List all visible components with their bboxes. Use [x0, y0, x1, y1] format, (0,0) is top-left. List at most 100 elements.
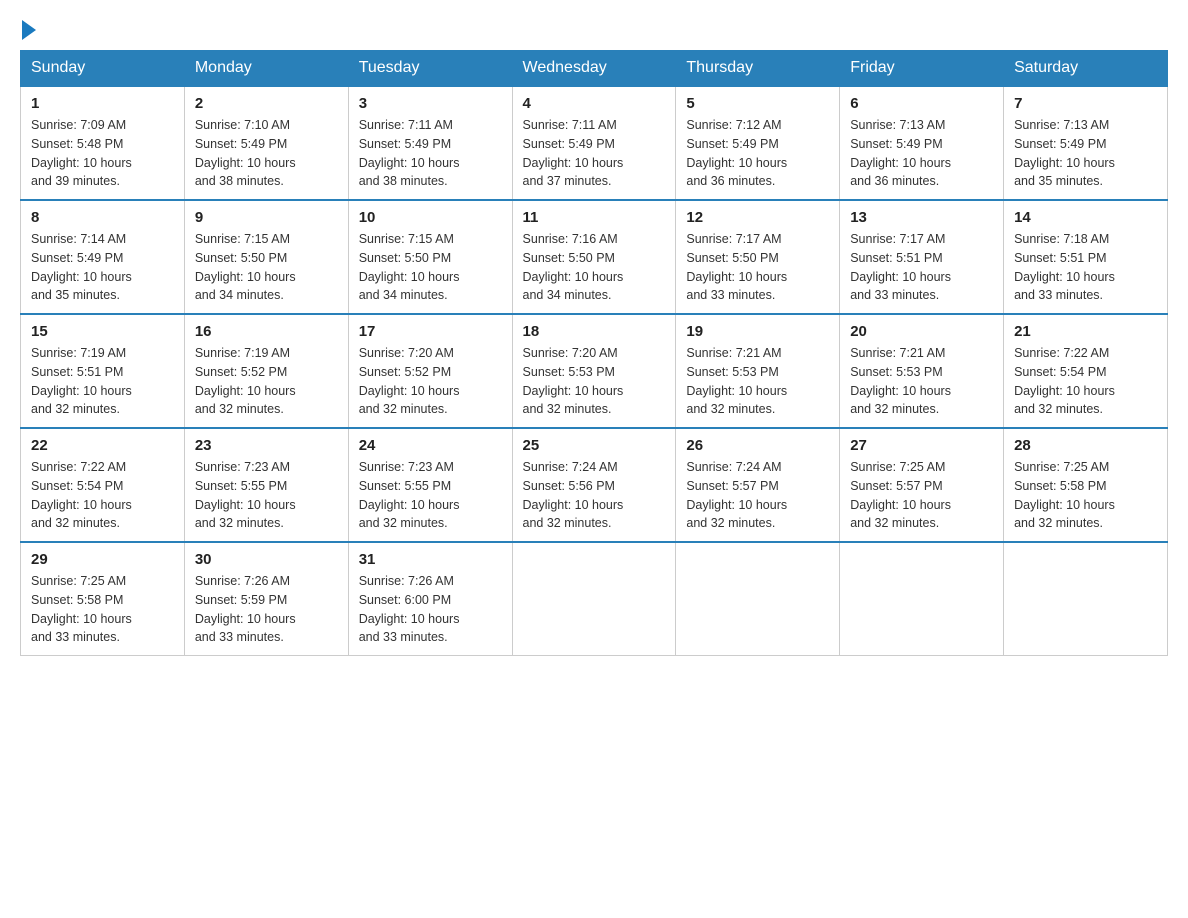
day-number: 31	[359, 551, 502, 568]
day-number: 27	[850, 437, 993, 454]
day-info: Sunrise: 7:18 AMSunset: 5:51 PMDaylight:…	[1014, 230, 1157, 305]
day-cell-6: 6 Sunrise: 7:13 AMSunset: 5:49 PMDaylight…	[840, 86, 1004, 200]
week-row-2: 8 Sunrise: 7:14 AMSunset: 5:49 PMDaylight…	[21, 200, 1168, 314]
page-header	[20, 20, 1168, 40]
day-cell-25: 25 Sunrise: 7:24 AMSunset: 5:56 PMDayligh…	[512, 428, 676, 542]
day-number: 13	[850, 209, 993, 226]
empty-cell	[676, 542, 840, 656]
day-number: 11	[523, 209, 666, 226]
day-info: Sunrise: 7:24 AMSunset: 5:56 PMDaylight:…	[523, 458, 666, 533]
day-cell-5: 5Sunrise: 7:12 AMSunset: 5:49 PMDaylight…	[676, 86, 840, 200]
day-number: 12	[686, 209, 829, 226]
header-day-tuesday: Tuesday	[348, 51, 512, 87]
day-number: 8	[31, 209, 174, 226]
day-info: Sunrise: 7:11 AMSunset: 5:49 PMDaylight:…	[523, 116, 666, 191]
day-cell-12: 12 Sunrise: 7:17 AMSunset: 5:50 PMDayligh…	[676, 200, 840, 314]
day-info: Sunrise: 7:09 AMSunset: 5:48 PMDaylight:…	[31, 116, 174, 191]
day-cell-19: 19Sunrise: 7:21 AMSunset: 5:53 PMDayligh…	[676, 314, 840, 428]
day-cell-21: 21 Sunrise: 7:22 AMSunset: 5:54 PMDayligh…	[1004, 314, 1168, 428]
day-number: 25	[523, 437, 666, 454]
day-info: Sunrise: 7:23 AMSunset: 5:55 PMDaylight:…	[359, 458, 502, 533]
day-cell-24: 24Sunrise: 7:23 AMSunset: 5:55 PMDayligh…	[348, 428, 512, 542]
day-number: 28	[1014, 437, 1157, 454]
day-info: Sunrise: 7:14 AMSunset: 5:49 PMDaylight:…	[31, 230, 174, 305]
day-info: Sunrise: 7:23 AMSunset: 5:55 PMDaylight:…	[195, 458, 338, 533]
day-info: Sunrise: 7:13 AMSunset: 5:49 PMDaylight:…	[850, 116, 993, 191]
header-day-friday: Friday	[840, 51, 1004, 87]
day-info: Sunrise: 7:22 AMSunset: 5:54 PMDaylight:…	[31, 458, 174, 533]
day-cell-16: 16 Sunrise: 7:19 AMSunset: 5:52 PMDayligh…	[184, 314, 348, 428]
day-cell-22: 22 Sunrise: 7:22 AMSunset: 5:54 PMDayligh…	[21, 428, 185, 542]
day-number: 19	[686, 323, 829, 340]
day-cell-28: 28 Sunrise: 7:25 AMSunset: 5:58 PMDayligh…	[1004, 428, 1168, 542]
day-number: 21	[1014, 323, 1157, 340]
day-info: Sunrise: 7:15 AMSunset: 5:50 PMDaylight:…	[359, 230, 502, 305]
empty-cell	[840, 542, 1004, 656]
day-info: Sunrise: 7:20 AMSunset: 5:52 PMDaylight:…	[359, 344, 502, 419]
empty-cell	[512, 542, 676, 656]
day-info: Sunrise: 7:25 AMSunset: 5:58 PMDaylight:…	[31, 572, 174, 647]
day-number: 3	[359, 95, 502, 112]
day-cell-3: 3 Sunrise: 7:11 AMSunset: 5:49 PMDaylight…	[348, 86, 512, 200]
day-info: Sunrise: 7:10 AMSunset: 5:49 PMDaylight:…	[195, 116, 338, 191]
day-info: Sunrise: 7:26 AMSunset: 5:59 PMDaylight:…	[195, 572, 338, 647]
header-day-saturday: Saturday	[1004, 51, 1168, 87]
day-cell-1: 1 Sunrise: 7:09 AMSunset: 5:48 PMDaylight…	[21, 86, 185, 200]
day-number: 26	[686, 437, 829, 454]
day-cell-4: 4 Sunrise: 7:11 AMSunset: 5:49 PMDaylight…	[512, 86, 676, 200]
header-row: SundayMondayTuesdayWednesdayThursdayFrid…	[21, 51, 1168, 87]
day-number: 6	[850, 95, 993, 112]
calendar-header: SundayMondayTuesdayWednesdayThursdayFrid…	[21, 51, 1168, 87]
day-info: Sunrise: 7:26 AMSunset: 6:00 PMDaylight:…	[359, 572, 502, 647]
day-number: 22	[31, 437, 174, 454]
day-number: 16	[195, 323, 338, 340]
day-cell-7: 7 Sunrise: 7:13 AMSunset: 5:49 PMDaylight…	[1004, 86, 1168, 200]
header-day-monday: Monday	[184, 51, 348, 87]
day-number: 10	[359, 209, 502, 226]
day-number: 4	[523, 95, 666, 112]
day-number: 15	[31, 323, 174, 340]
logo	[20, 20, 38, 40]
day-number: 14	[1014, 209, 1157, 226]
day-cell-31: 31 Sunrise: 7:26 AMSunset: 6:00 PMDayligh…	[348, 542, 512, 656]
day-number: 2	[195, 95, 338, 112]
header-day-sunday: Sunday	[21, 51, 185, 87]
day-cell-13: 13 Sunrise: 7:17 AMSunset: 5:51 PMDayligh…	[840, 200, 1004, 314]
day-number: 23	[195, 437, 338, 454]
day-cell-11: 11Sunrise: 7:16 AMSunset: 5:50 PMDayligh…	[512, 200, 676, 314]
day-info: Sunrise: 7:22 AMSunset: 5:54 PMDaylight:…	[1014, 344, 1157, 419]
day-cell-10: 10 Sunrise: 7:15 AMSunset: 5:50 PMDayligh…	[348, 200, 512, 314]
day-number: 1	[31, 95, 174, 112]
day-info: Sunrise: 7:12 AMSunset: 5:49 PMDaylight:…	[686, 116, 829, 191]
day-number: 18	[523, 323, 666, 340]
day-number: 9	[195, 209, 338, 226]
day-number: 30	[195, 551, 338, 568]
calendar-table: SundayMondayTuesdayWednesdayThursdayFrid…	[20, 50, 1168, 656]
empty-cell	[1004, 542, 1168, 656]
day-info: Sunrise: 7:25 AMSunset: 5:58 PMDaylight:…	[1014, 458, 1157, 533]
week-row-3: 15 Sunrise: 7:19 AMSunset: 5:51 PMDayligh…	[21, 314, 1168, 428]
day-info: Sunrise: 7:15 AMSunset: 5:50 PMDaylight:…	[195, 230, 338, 305]
day-info: Sunrise: 7:21 AMSunset: 5:53 PMDaylight:…	[850, 344, 993, 419]
day-info: Sunrise: 7:24 AMSunset: 5:57 PMDaylight:…	[686, 458, 829, 533]
day-cell-29: 29Sunrise: 7:25 AMSunset: 5:58 PMDayligh…	[21, 542, 185, 656]
header-day-wednesday: Wednesday	[512, 51, 676, 87]
day-number: 7	[1014, 95, 1157, 112]
day-cell-8: 8 Sunrise: 7:14 AMSunset: 5:49 PMDaylight…	[21, 200, 185, 314]
day-info: Sunrise: 7:17 AMSunset: 5:50 PMDaylight:…	[686, 230, 829, 305]
day-cell-14: 14 Sunrise: 7:18 AMSunset: 5:51 PMDayligh…	[1004, 200, 1168, 314]
day-info: Sunrise: 7:13 AMSunset: 5:49 PMDaylight:…	[1014, 116, 1157, 191]
day-info: Sunrise: 7:11 AMSunset: 5:49 PMDaylight:…	[359, 116, 502, 191]
week-row-4: 22 Sunrise: 7:22 AMSunset: 5:54 PMDayligh…	[21, 428, 1168, 542]
day-cell-15: 15 Sunrise: 7:19 AMSunset: 5:51 PMDayligh…	[21, 314, 185, 428]
day-info: Sunrise: 7:19 AMSunset: 5:52 PMDaylight:…	[195, 344, 338, 419]
day-cell-23: 23 Sunrise: 7:23 AMSunset: 5:55 PMDayligh…	[184, 428, 348, 542]
day-cell-26: 26 Sunrise: 7:24 AMSunset: 5:57 PMDayligh…	[676, 428, 840, 542]
logo-arrow-icon	[22, 20, 36, 40]
week-row-5: 29Sunrise: 7:25 AMSunset: 5:58 PMDayligh…	[21, 542, 1168, 656]
day-cell-30: 30 Sunrise: 7:26 AMSunset: 5:59 PMDayligh…	[184, 542, 348, 656]
week-row-1: 1 Sunrise: 7:09 AMSunset: 5:48 PMDaylight…	[21, 86, 1168, 200]
day-info: Sunrise: 7:17 AMSunset: 5:51 PMDaylight:…	[850, 230, 993, 305]
day-cell-17: 17Sunrise: 7:20 AMSunset: 5:52 PMDayligh…	[348, 314, 512, 428]
day-info: Sunrise: 7:19 AMSunset: 5:51 PMDaylight:…	[31, 344, 174, 419]
